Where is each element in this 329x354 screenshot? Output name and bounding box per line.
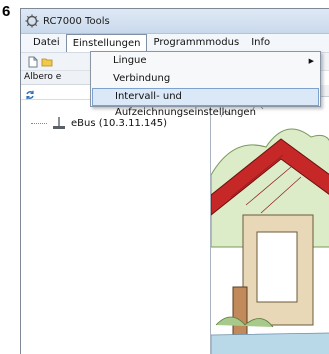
menu-info[interactable]: Info: [245, 34, 276, 52]
menu-einstellungen[interactable]: Einstellungen: [65, 34, 148, 52]
einstellungen-dropdown-menu: Lingue ▶ Verbindung Intervall- und Aufze…: [90, 51, 321, 118]
menu-datei[interactable]: Datei: [27, 34, 66, 52]
network-device-icon: [53, 117, 65, 129]
menu-item-lingue-label: Lingue: [113, 55, 147, 66]
refresh-icon[interactable]: [25, 90, 35, 100]
new-file-icon[interactable]: [27, 56, 39, 68]
app-window: RC7000 Tools Datei Einstellungen Program…: [20, 8, 329, 354]
submenu-arrow-icon: ▶: [308, 57, 314, 65]
menu-item-lingue[interactable]: Lingue ▶: [91, 52, 320, 70]
app-icon: [25, 14, 39, 28]
title-bar: RC7000 Tools: [21, 9, 329, 34]
tree-connector: [31, 122, 47, 124]
menu-item-verbindung[interactable]: Verbindung: [91, 70, 320, 88]
window-title: RC7000 Tools: [43, 15, 110, 27]
open-folder-icon[interactable]: [41, 56, 53, 68]
menu-programmmodus[interactable]: Programmmodus: [147, 34, 245, 52]
step-number: 6: [2, 3, 11, 20]
menu-item-intervall-aufzeichnung[interactable]: Intervall- und Aufzeichnungseinstellunge…: [92, 88, 319, 118]
house-illustration: [211, 97, 329, 354]
